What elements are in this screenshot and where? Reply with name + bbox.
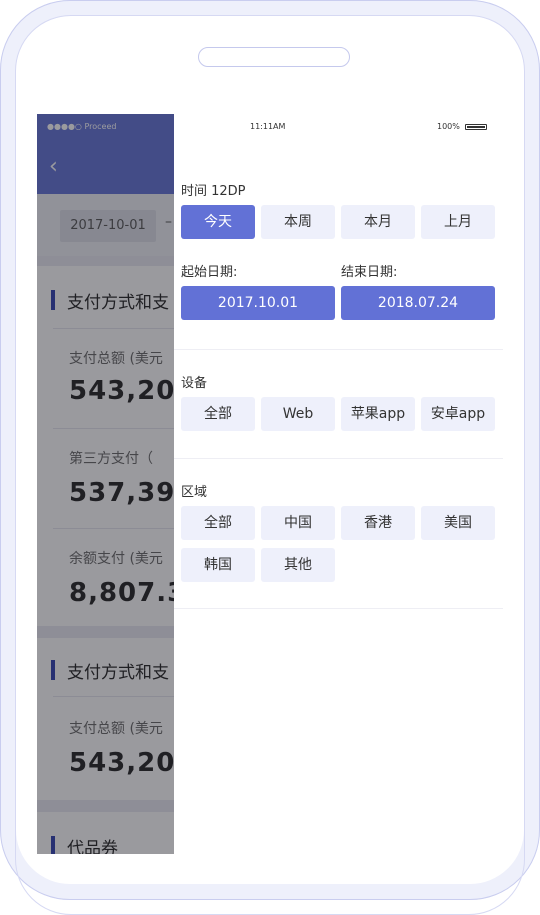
- device-label: 设备: [181, 376, 208, 391]
- region-option-other[interactable]: 其他: [261, 548, 335, 582]
- region-option-all[interactable]: 全部: [181, 506, 255, 540]
- device-option-android[interactable]: 安卓app: [421, 397, 495, 431]
- end-date-label: 结束日期:: [341, 265, 398, 280]
- divider: [174, 349, 503, 350]
- filter-drawer: 11:11AM 100% 时间 12DP 今天 本周 本月 上月 起始日期: 结…: [174, 114, 503, 854]
- battery-icon: [465, 124, 487, 130]
- device-option-all[interactable]: 全部: [181, 397, 255, 431]
- region-option-korea[interactable]: 韩国: [181, 548, 255, 582]
- battery-fill: [467, 126, 485, 128]
- status-time: 11:11AM: [250, 122, 286, 131]
- time-option-last-month[interactable]: 上月: [421, 205, 495, 239]
- divider: [174, 608, 503, 609]
- phone-screen: ●●●●○ Proceed ‹ 2017-10-01 – 支付方式和支 支付总额…: [37, 114, 503, 854]
- time-option-month[interactable]: 本月: [341, 205, 415, 239]
- device-option-ios[interactable]: 苹果app: [341, 397, 415, 431]
- start-date-picker[interactable]: 2017.10.01: [181, 286, 335, 320]
- region-option-hongkong[interactable]: 香港: [341, 506, 415, 540]
- time-label: 时间 12DP: [181, 184, 246, 199]
- status-bar: 11:11AM 100%: [174, 114, 503, 140]
- region-option-usa[interactable]: 美国: [421, 506, 495, 540]
- region-label: 区域: [181, 485, 208, 500]
- time-option-today[interactable]: 今天: [181, 205, 255, 239]
- start-date-label: 起始日期:: [181, 265, 238, 280]
- divider: [174, 458, 503, 459]
- phone-speaker: [198, 47, 350, 67]
- time-option-week[interactable]: 本周: [261, 205, 335, 239]
- region-option-china[interactable]: 中国: [261, 506, 335, 540]
- end-date-picker[interactable]: 2018.07.24: [341, 286, 495, 320]
- status-battery-percent: 100%: [437, 122, 460, 131]
- device-option-web[interactable]: Web: [261, 397, 335, 431]
